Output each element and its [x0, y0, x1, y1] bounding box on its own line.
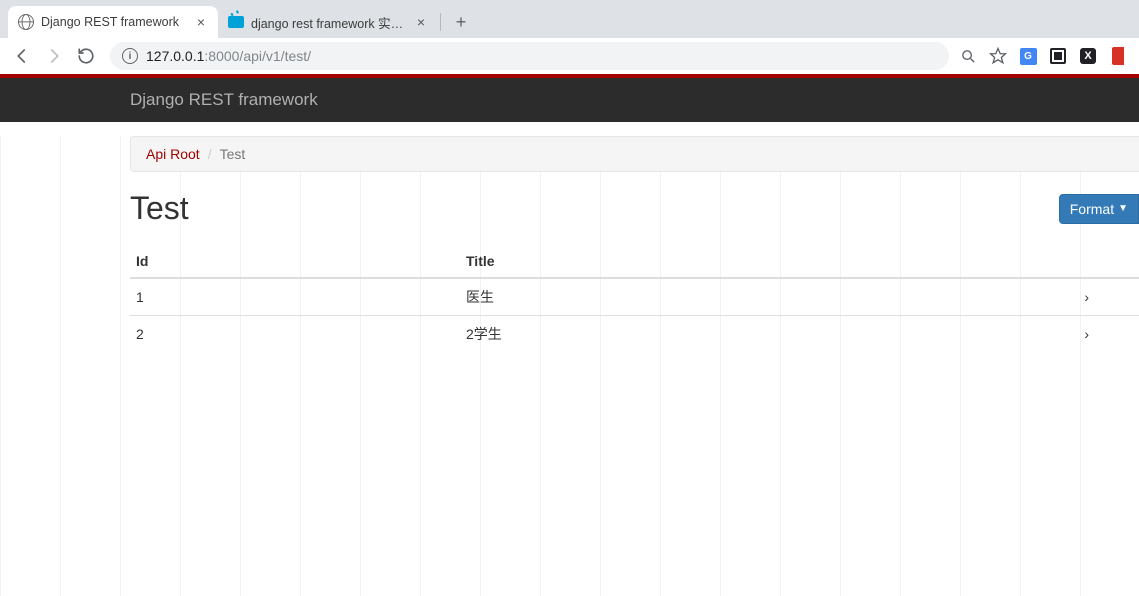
table-row[interactable]: 2 2学生 ›	[130, 316, 1139, 353]
page-title: Test	[130, 190, 1059, 227]
zoom-icon[interactable]	[959, 47, 977, 65]
page-body: Api Root / Test Test Format▼ Id Title 1 …	[0, 136, 1139, 596]
bilibili-icon	[228, 14, 244, 30]
table-row[interactable]: 1 医生 ›	[130, 278, 1139, 316]
browser-tab[interactable]: django rest framework 实战和… ×	[218, 6, 438, 38]
extension-icon[interactable]	[1049, 47, 1067, 65]
column-header-title: Title	[460, 245, 759, 278]
new-tab-button[interactable]: +	[447, 8, 475, 36]
close-icon[interactable]: ×	[194, 15, 208, 29]
browser-chrome: Django REST framework × django rest fram…	[0, 0, 1139, 74]
breadcrumb-current: Test	[220, 146, 246, 162]
globe-icon	[18, 14, 34, 30]
back-button[interactable]	[8, 42, 36, 70]
browser-toolbar: i 127.0.0.1:8000/api/v1/test/ G X	[0, 38, 1139, 74]
forward-button[interactable]	[40, 42, 68, 70]
extension-icons: G X	[959, 47, 1131, 65]
cell-title: 医生	[460, 278, 759, 316]
close-icon[interactable]: ×	[414, 15, 428, 29]
page-header: Test Format▼	[130, 190, 1139, 227]
column-header-action	[759, 245, 1139, 278]
bookmark-star-icon[interactable]	[989, 47, 1007, 65]
browser-tab-active[interactable]: Django REST framework ×	[8, 6, 218, 38]
cell-title: 2学生	[460, 316, 759, 353]
url-text: 127.0.0.1:8000/api/v1/test/	[146, 48, 311, 64]
extension-icon[interactable]: X	[1079, 47, 1097, 65]
format-button[interactable]: Format▼	[1059, 194, 1139, 224]
tab-strip: Django REST framework × django rest fram…	[0, 0, 1139, 38]
tab-divider	[440, 13, 441, 31]
site-info-icon[interactable]: i	[122, 48, 138, 64]
navbar: Django REST framework	[0, 78, 1139, 122]
chevron-down-icon: ▼	[1118, 203, 1128, 214]
reload-button[interactable]	[72, 42, 100, 70]
breadcrumb-separator: /	[208, 146, 212, 162]
tab-title: Django REST framework	[41, 15, 187, 29]
address-bar[interactable]: i 127.0.0.1:8000/api/v1/test/	[110, 42, 949, 70]
chevron-right-icon: ›	[759, 316, 1139, 353]
extension-icon[interactable]	[1109, 47, 1127, 65]
chevron-right-icon: ›	[759, 278, 1139, 316]
cell-id: 2	[130, 316, 460, 353]
breadcrumb-root-link[interactable]: Api Root	[146, 146, 200, 162]
results-table: Id Title 1 医生 › 2 2学生 ›	[130, 245, 1139, 352]
tab-title: django rest framework 实战和…	[251, 13, 407, 32]
navbar-brand[interactable]: Django REST framework	[130, 90, 318, 110]
breadcrumb: Api Root / Test	[130, 136, 1139, 172]
translate-extension-icon[interactable]: G	[1019, 47, 1037, 65]
cell-id: 1	[130, 278, 460, 316]
column-header-id: Id	[130, 245, 460, 278]
